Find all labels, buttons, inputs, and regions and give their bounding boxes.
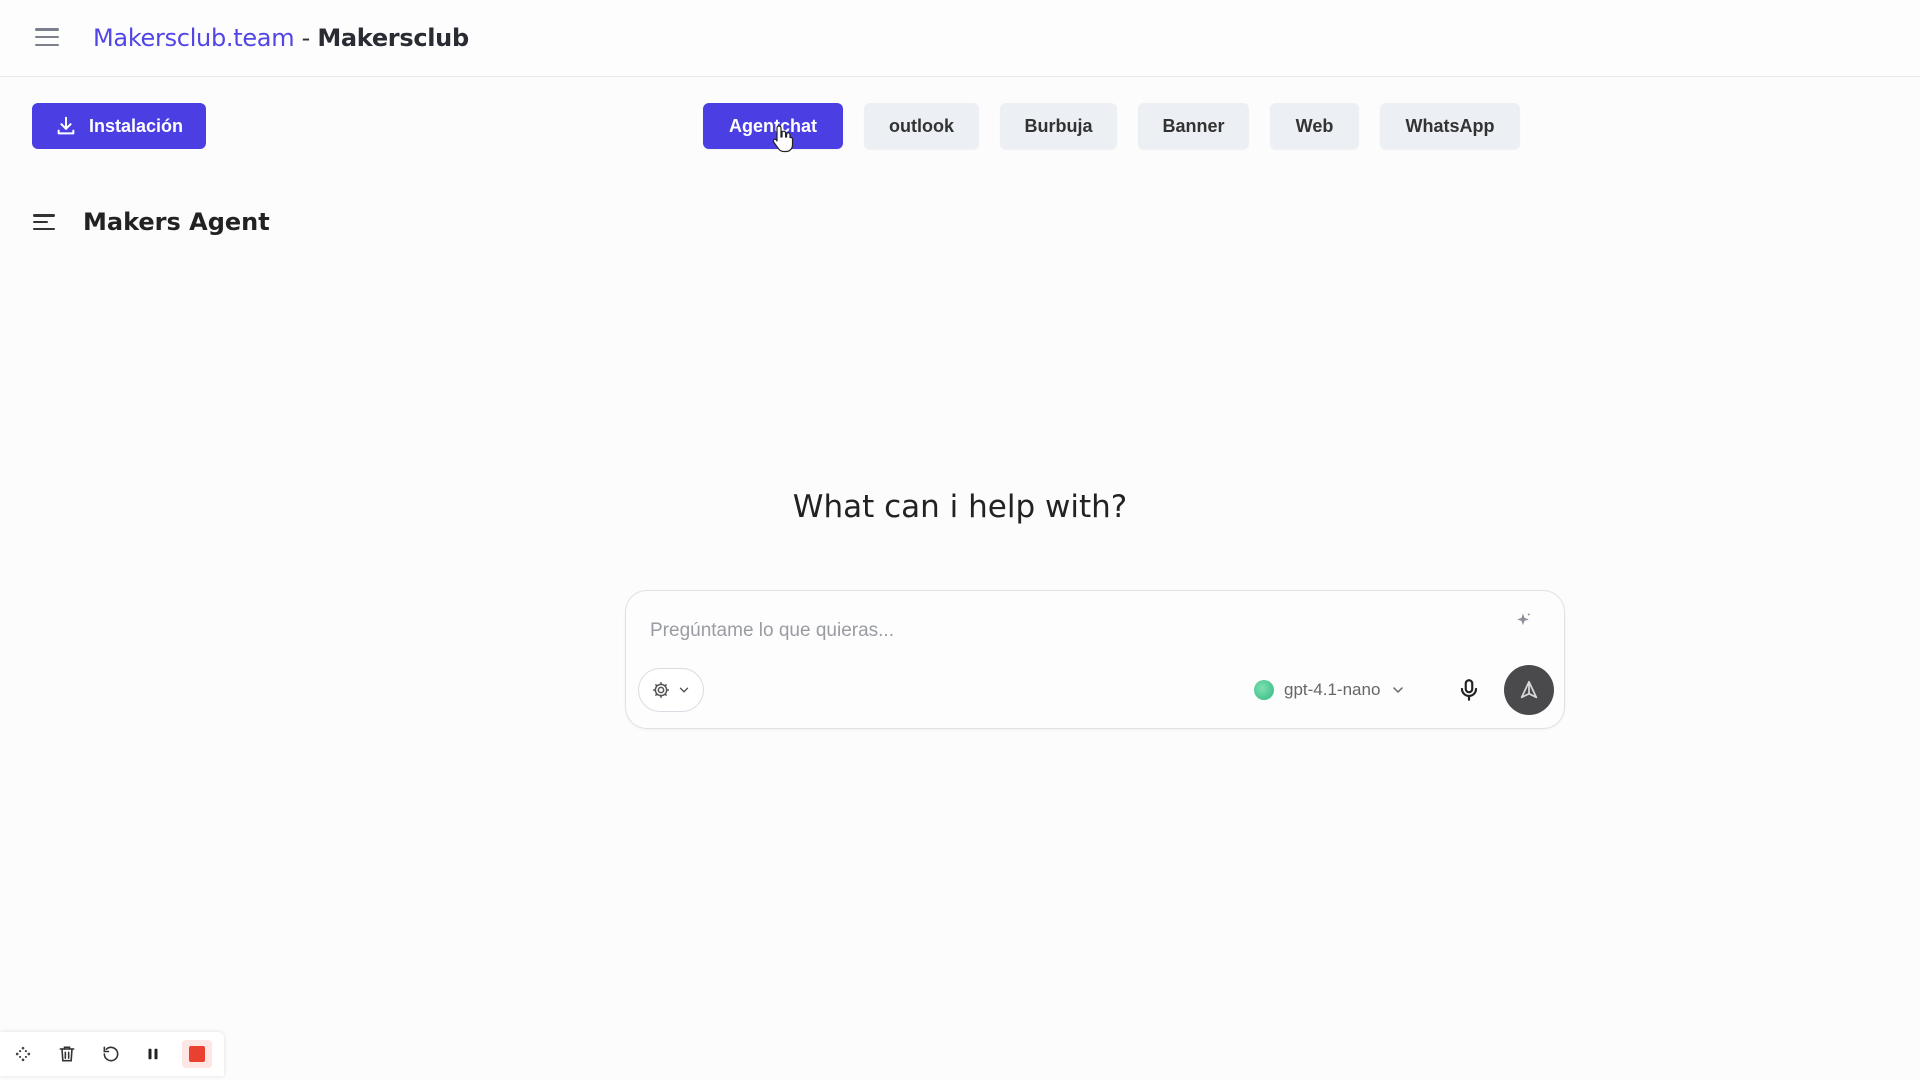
welcome-headline: What can i help with? bbox=[0, 489, 1920, 525]
tab-label: WhatsApp bbox=[1405, 115, 1495, 136]
microphone-icon bbox=[1460, 679, 1478, 701]
agent-title: Makers Agent bbox=[83, 208, 270, 236]
agent-sidebar-toggle-icon[interactable] bbox=[33, 212, 55, 232]
menu-icon[interactable] bbox=[33, 25, 61, 49]
recording-controls bbox=[0, 1032, 224, 1076]
tab-web[interactable]: Web bbox=[1270, 103, 1359, 149]
title-separator: - bbox=[294, 24, 318, 52]
hand-pointer-icon bbox=[772, 125, 794, 153]
top-header: Makersclub.team - Makersclub bbox=[0, 0, 1920, 77]
message-input[interactable] bbox=[650, 615, 1470, 647]
send-icon bbox=[1520, 680, 1538, 699]
headline-text: What can i help with? bbox=[792, 489, 1128, 525]
pause-icon[interactable] bbox=[141, 1042, 165, 1066]
tab-label: Burbuja bbox=[1024, 115, 1093, 136]
microphone-button[interactable] bbox=[1452, 673, 1486, 707]
page-title: Makersclub.team - Makersclub bbox=[93, 24, 469, 52]
tab-label: Banner bbox=[1162, 115, 1225, 136]
workspace-name: Makersclub bbox=[317, 24, 469, 52]
chevron-down-icon bbox=[679, 687, 689, 693]
install-button-label: Instalación bbox=[88, 115, 184, 136]
tab-burbuja[interactable]: Burbuja bbox=[1000, 103, 1117, 149]
install-button[interactable]: Instalación bbox=[32, 103, 206, 149]
tab-outlook[interactable]: outlook bbox=[864, 103, 979, 149]
chevron-down-icon bbox=[1393, 687, 1404, 694]
gear-icon bbox=[653, 682, 669, 698]
brand-name: Makersclub.team bbox=[93, 24, 295, 52]
restart-icon[interactable] bbox=[99, 1042, 123, 1066]
move-icon[interactable] bbox=[11, 1042, 35, 1066]
sparkle-icon[interactable] bbox=[1512, 610, 1534, 632]
tab-label: Web bbox=[1295, 115, 1334, 136]
stop-recording-button[interactable] bbox=[182, 1040, 212, 1068]
model-status-icon bbox=[1254, 680, 1274, 700]
tab-label: outlook bbox=[889, 115, 954, 136]
send-button[interactable] bbox=[1504, 665, 1554, 715]
trash-icon[interactable] bbox=[55, 1042, 79, 1066]
model-selector[interactable]: gpt-4.1-nano bbox=[1254, 675, 1406, 705]
chat-composer: gpt-4.1-nano bbox=[625, 590, 1565, 729]
download-icon bbox=[57, 116, 75, 135]
stop-icon bbox=[189, 1046, 205, 1062]
tab-whatsapp[interactable]: WhatsApp bbox=[1380, 103, 1520, 149]
tab-banner[interactable]: Banner bbox=[1138, 103, 1249, 149]
model-name: gpt-4.1-nano bbox=[1284, 680, 1381, 699]
tools-settings-button[interactable] bbox=[638, 668, 704, 712]
